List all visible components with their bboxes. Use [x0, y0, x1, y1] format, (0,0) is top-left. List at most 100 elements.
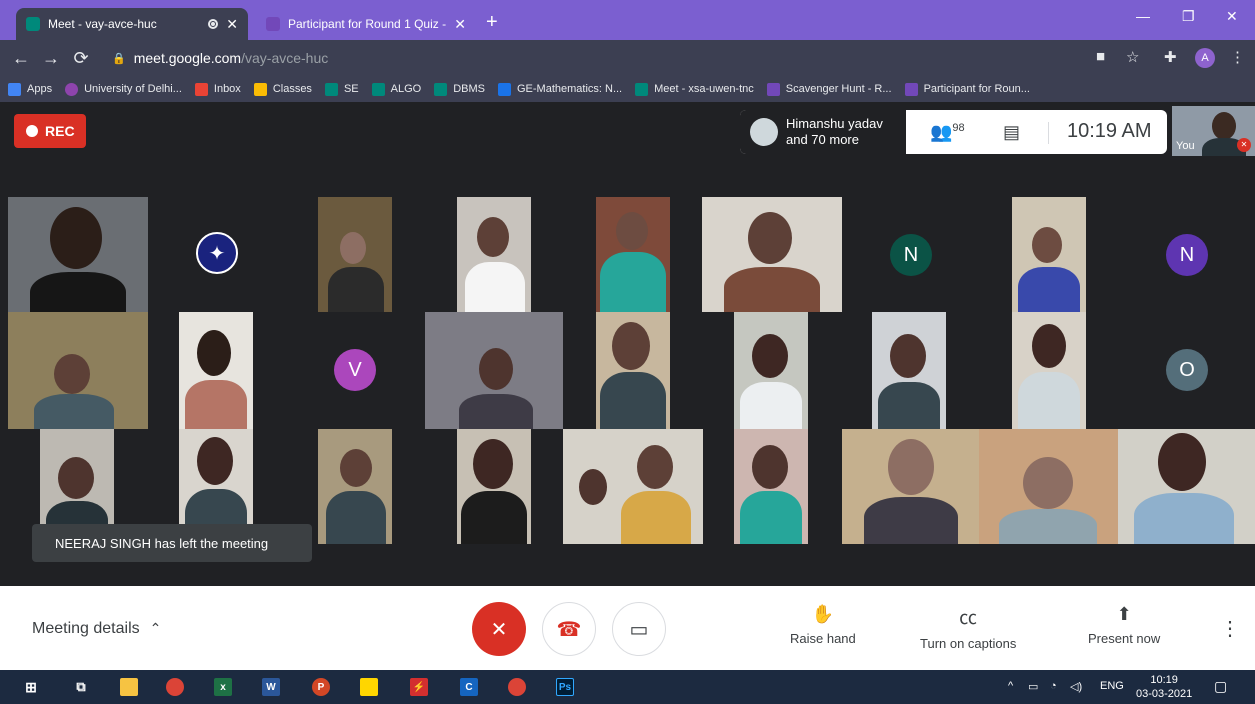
volume-icon[interactable]: ◁) [1070, 680, 1082, 693]
end-call-button[interactable]: ☎ [542, 602, 596, 656]
close-tab-icon[interactable]: ✕ [226, 16, 238, 33]
notifications-icon[interactable]: ▢ [1214, 678, 1227, 695]
bookmark-scavenger[interactable]: Scavenger Hunt - R... [766, 82, 892, 96]
meeting-details-label: Meeting details [32, 620, 140, 637]
presenter-panel[interactable]: Himanshu yadav and 70 more [740, 110, 906, 154]
new-tab-button[interactable]: + [486, 12, 498, 32]
forward-icon[interactable]: → [36, 48, 66, 69]
bookmark-participant[interactable]: Participant for Roun... [904, 82, 1030, 96]
close-window-icon[interactable]: ✕ [1226, 8, 1238, 25]
photoshop-icon[interactable]: Ps [556, 678, 574, 696]
powerpoint-icon[interactable]: P [312, 678, 330, 696]
participant-tile[interactable] [702, 197, 842, 312]
recording-badge[interactable]: REC [14, 114, 86, 148]
file-explorer-icon[interactable] [120, 678, 138, 696]
self-view-tile[interactable]: You ✕ [1172, 106, 1255, 156]
reload-icon[interactable]: ⟳ [66, 48, 96, 69]
avatar: ✦ [196, 232, 238, 274]
participant-tile[interactable] [1118, 429, 1255, 544]
browser-menu-icon[interactable]: ⋮ [1230, 48, 1245, 66]
excel-icon[interactable]: x [214, 678, 232, 696]
battery-icon[interactable]: ▭ [1028, 680, 1038, 693]
participant-tile[interactable] [179, 312, 253, 429]
participants-button[interactable]: 👥98 [930, 122, 965, 143]
task-view-icon[interactable]: ⧉ [72, 678, 90, 696]
participant-tile[interactable] [979, 429, 1118, 544]
participant-tile[interactable] [318, 429, 392, 544]
mic-toggle-button[interactable]: ✕ [472, 602, 526, 656]
raise-hand-button[interactable]: ✋ Raise hand [790, 604, 856, 646]
c-app-icon[interactable]: C [460, 678, 478, 696]
participant-tile[interactable]: N [1118, 197, 1255, 312]
participant-tile[interactable] [563, 429, 703, 544]
tab-meet[interactable]: Meet - vay-avce-huc ✕ [16, 8, 248, 40]
raise-hand-label: Raise hand [790, 631, 856, 646]
avatar-letter: N [890, 234, 932, 276]
wifi-icon[interactable]: ◔ [1050, 680, 1057, 692]
participant-count: 98 [952, 122, 965, 134]
participant-tile[interactable] [1012, 197, 1086, 312]
bookmark-meet-xsa[interactable]: Meet - xsa-uwen-tnc [635, 82, 754, 96]
tab-participant-quiz[interactable]: Participant for Round 1 Quiz - Go ✕ [256, 8, 476, 40]
participant-tile[interactable] [318, 197, 392, 312]
bookmark-star-icon[interactable]: ☆ [1126, 48, 1139, 66]
bookmark-label: Inbox [213, 83, 241, 95]
minimize-icon[interactable]: — [1136, 8, 1150, 24]
chrome-icon[interactable] [166, 678, 184, 696]
more-options-icon[interactable]: ⋮ [1220, 616, 1240, 641]
people-icon: 👥 [930, 122, 953, 142]
language-indicator[interactable]: ENG [1100, 680, 1124, 692]
bookmark-classes[interactable]: Classes [253, 82, 312, 96]
clock-date: 03-03-2021 [1136, 688, 1193, 700]
word-icon[interactable]: W [262, 678, 280, 696]
camera-in-use-icon[interactable]: ■ [1096, 48, 1105, 65]
participant-tile[interactable] [734, 429, 808, 544]
participant-tile[interactable] [457, 197, 531, 312]
participant-tile[interactable] [457, 429, 531, 544]
chat-icon[interactable]: ▤ [1003, 122, 1020, 143]
participant-tile[interactable] [8, 312, 148, 429]
recording-indicator-icon [208, 19, 219, 29]
close-tab-icon[interactable]: ✕ [454, 16, 466, 33]
notification-toast: NEERAJ SINGH has left the meeting [32, 524, 312, 562]
flash-app-icon[interactable]: ⚡ [410, 678, 428, 696]
bookmark-inbox[interactable]: Inbox [194, 82, 241, 96]
participant-tile[interactable] [425, 312, 563, 429]
restore-icon[interactable]: ❐ [1182, 8, 1195, 25]
captions-button[interactable]: ㏄ Turn on captions [920, 604, 1016, 651]
chrome-profile-icon[interactable] [508, 678, 526, 696]
extensions-icon[interactable]: ✚ [1164, 48, 1177, 66]
participant-tile[interactable] [596, 312, 670, 429]
bookmark-ge-math[interactable]: GE-Mathematics: N... [497, 82, 622, 96]
present-icon: ⬆ [1116, 604, 1132, 624]
participant-tile[interactable] [1012, 312, 1086, 429]
participant-tile[interactable] [842, 429, 979, 544]
forms-favicon-icon [266, 17, 280, 31]
address-bar[interactable]: 🔒 meet.google.com/vay-avce-huc [112, 44, 1072, 72]
participant-tile[interactable]: N [842, 197, 982, 312]
meet-icon [635, 82, 649, 96]
participant-tile[interactable]: ✦ [148, 197, 288, 312]
back-icon[interactable]: ← [6, 48, 36, 69]
tab-title: Participant for Round 1 Quiz - Go [288, 17, 447, 31]
bookmark-apps[interactable]: Apps [8, 82, 52, 96]
participant-tile[interactable]: O [1118, 312, 1255, 429]
participant-tile[interactable] [734, 312, 808, 429]
participant-tile[interactable] [8, 197, 148, 312]
rec-label: REC [45, 123, 75, 139]
bookmark-algo[interactable]: ALGO [371, 82, 421, 96]
tray-chevron-icon[interactable]: ^ [1008, 680, 1013, 692]
present-now-button[interactable]: ⬆ Present now [1088, 604, 1160, 646]
profile-avatar[interactable]: A [1195, 48, 1215, 68]
bookmark-dbms[interactable]: DBMS [434, 82, 485, 96]
participant-tile[interactable]: V [288, 312, 428, 429]
sticky-notes-icon[interactable] [360, 678, 378, 696]
bookmark-se[interactable]: SE [324, 82, 359, 96]
windows-start-icon[interactable]: ⊞ [22, 678, 40, 696]
participant-tile[interactable] [872, 312, 946, 429]
bookmark-du[interactable]: University of Delhi... [65, 82, 182, 96]
camera-toggle-button[interactable]: ▭ [612, 602, 666, 656]
meeting-details-button[interactable]: Meeting details ⌃ [32, 620, 161, 638]
system-clock[interactable]: 10:19 03-03-2021 [1136, 673, 1192, 701]
participant-tile[interactable] [596, 197, 670, 312]
